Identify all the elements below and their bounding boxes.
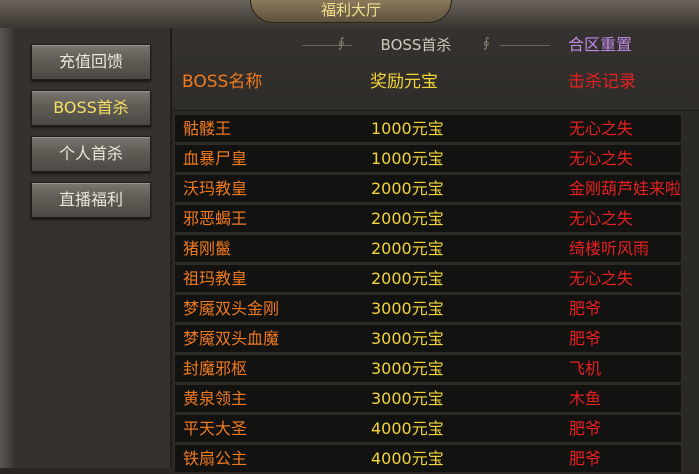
- table-row: 祖玛教皇 2000元宝 无心之失: [174, 264, 682, 293]
- reward-amount: 3000元宝: [371, 389, 444, 408]
- boss-table: 骷髅王 1000元宝 无心之失 血暴尸皇 1000元宝 无心之失 沃玛教皇 20…: [172, 114, 699, 474]
- table-row: 平天大圣 4000元宝 肥爷: [174, 414, 682, 443]
- reward-amount: 1000元宝: [371, 119, 444, 138]
- column-header-boss-name: BOSS名称: [182, 72, 263, 92]
- sidebar-item-boss-first-kill[interactable]: BOSS首杀: [31, 90, 151, 126]
- boss-name: 平天大圣: [183, 419, 248, 438]
- kill-record: 肥爷: [569, 329, 602, 348]
- table-row: 梦魇双头血魔 3000元宝 肥爷: [174, 324, 682, 353]
- boss-name: 祖玛教皇: [183, 269, 248, 288]
- column-header-reward: 奖励元宝: [370, 72, 438, 92]
- ornament-right-icon: ∮: [483, 36, 490, 51]
- kill-record: 无心之失: [569, 209, 634, 228]
- table-row: 沃玛教皇 2000元宝 金刚葫芦娃来啦: [174, 174, 682, 203]
- table-row: 铁扇公主 4000元宝 肥爷: [174, 444, 682, 473]
- kill-record: 肥爷: [569, 449, 602, 468]
- sidebar: 充值回馈 BOSS首杀 个人首杀 直播福利: [14, 28, 172, 468]
- boss-name: 铁扇公主: [183, 449, 248, 468]
- kill-record: 无心之失: [569, 269, 634, 288]
- kill-record: 木鱼: [569, 389, 602, 408]
- reward-amount: 2000元宝: [371, 239, 444, 258]
- boss-name: 血暴尸皇: [183, 149, 248, 168]
- column-header-kill-record: 击杀记录: [568, 72, 636, 92]
- kill-record: 金刚葫芦娃来啦: [569, 179, 682, 198]
- sidebar-item-livestream-welfare[interactable]: 直播福利: [31, 182, 151, 218]
- reward-amount: 3000元宝: [371, 299, 444, 318]
- table-row: 血暴尸皇 1000元宝 无心之失: [174, 144, 682, 173]
- table-row: 梦魇双头金刚 3000元宝 肥爷: [174, 294, 682, 323]
- sidebar-item-recharge-rebate[interactable]: 充值回馈: [31, 44, 151, 80]
- title-bar: 福利大厅: [0, 0, 699, 29]
- reward-amount: 1000元宝: [371, 149, 444, 168]
- ornament-left-icon: ∮: [338, 36, 345, 51]
- table-row: 封魔邪枢 3000元宝 飞机: [174, 354, 682, 383]
- boss-name: 猪刚鬣: [183, 239, 232, 258]
- reward-amount: 2000元宝: [371, 209, 444, 228]
- boss-name: 黄泉领主: [183, 389, 248, 408]
- kill-record: 无心之失: [569, 149, 634, 168]
- window-title: 福利大厅: [250, 0, 452, 23]
- reward-amount: 2000元宝: [371, 269, 444, 288]
- boss-name: 梦魇双头血魔: [183, 329, 280, 348]
- kill-record: 绮楼听风雨: [569, 239, 650, 258]
- boss-name: 梦魇双头金刚: [183, 299, 280, 318]
- reward-amount: 4000元宝: [371, 419, 444, 438]
- frame-left-rail: [0, 28, 15, 468]
- reward-amount: 3000元宝: [371, 359, 444, 378]
- kill-record: 无心之失: [569, 119, 634, 138]
- kill-record: 肥爷: [569, 299, 602, 318]
- main-panel: ∮ BOSS首杀 ∮ 合区重置 BOSS名称 奖励元宝 击杀记录 骷髅王 100…: [172, 28, 699, 473]
- boss-name: 骷髅王: [183, 119, 232, 138]
- panel-title: BOSS首杀: [380, 36, 452, 54]
- boss-name: 邪恶蝎王: [183, 209, 248, 228]
- table-row: 黄泉领主 3000元宝 木鱼: [174, 384, 682, 413]
- kill-record: 飞机: [569, 359, 602, 378]
- kill-record: 肥爷: [569, 419, 602, 438]
- boss-name: 封魔邪枢: [183, 359, 248, 378]
- panel-header: ∮ BOSS首杀 ∮ 合区重置 BOSS名称 奖励元宝 击杀记录: [172, 28, 699, 111]
- sidebar-item-personal-first-kill[interactable]: 个人首杀: [31, 136, 151, 172]
- table-row: 邪恶蝎王 2000元宝 无心之失: [174, 204, 682, 233]
- reward-amount: 3000元宝: [371, 329, 444, 348]
- merge-reset-link[interactable]: 合区重置: [568, 35, 632, 55]
- boss-name: 沃玛教皇: [183, 179, 248, 198]
- table-row: 猪刚鬣 2000元宝 绮楼听风雨: [174, 234, 682, 263]
- table-row: 骷髅王 1000元宝 无心之失: [174, 114, 682, 143]
- ornament-line-right: [500, 45, 550, 46]
- reward-amount: 2000元宝: [371, 179, 444, 198]
- reward-amount: 4000元宝: [371, 449, 444, 468]
